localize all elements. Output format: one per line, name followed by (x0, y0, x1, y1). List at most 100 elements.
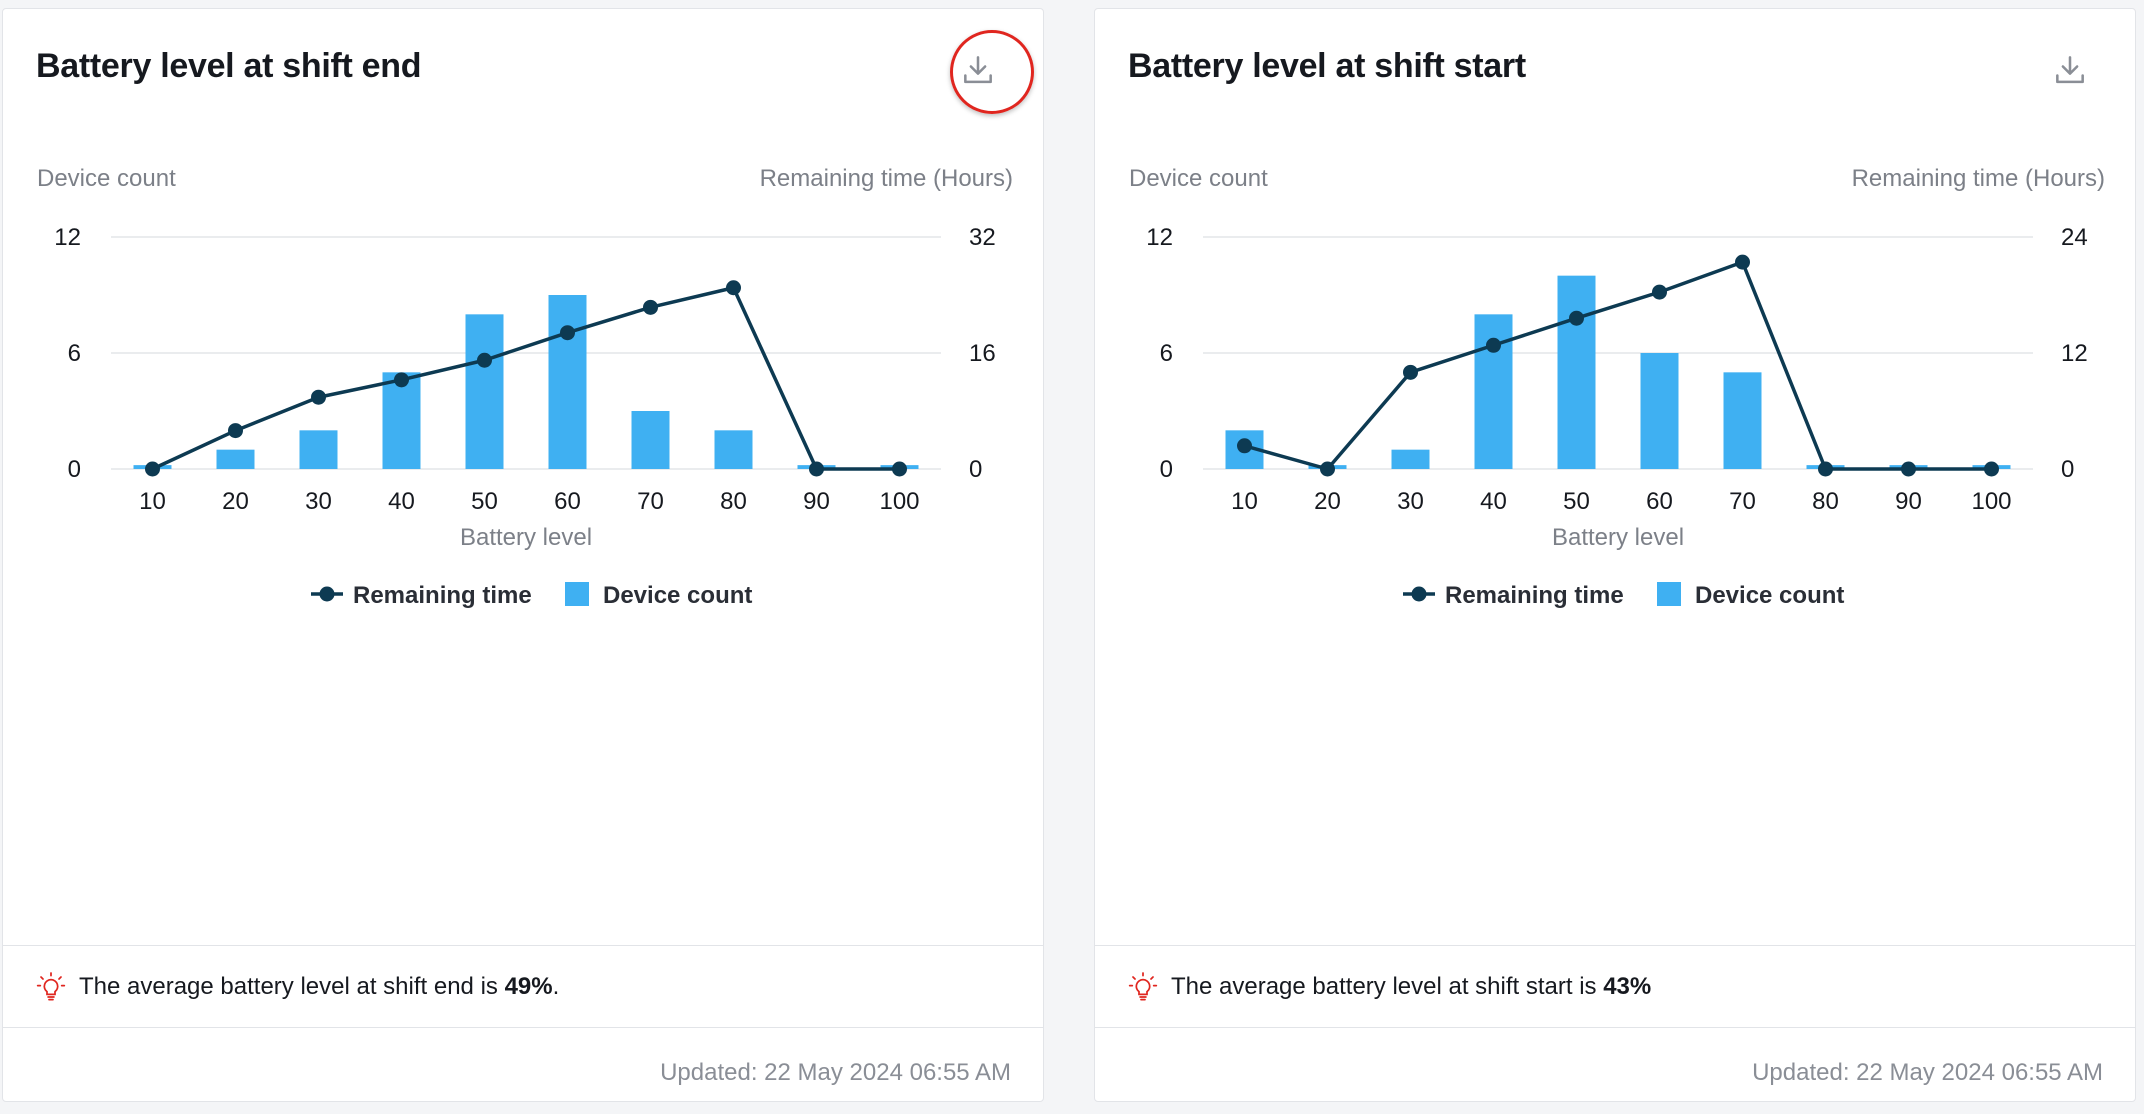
line-point (1403, 364, 1418, 380)
bar (631, 411, 670, 469)
updated-timestamp: Updated: 22 May 2024 06:55 AM (660, 1059, 1011, 1086)
bar (1474, 314, 1513, 469)
y-axis-right-label: Remaining time (Hours) (1852, 165, 2105, 192)
x-tick-label: 60 (554, 488, 581, 515)
bar (548, 295, 587, 469)
x-tick-label: 70 (637, 488, 664, 515)
x-tick-label: 100 (1971, 488, 2011, 515)
bar (714, 430, 753, 469)
line-point (1486, 337, 1501, 353)
card-title: Battery level at shift end (36, 47, 422, 85)
battery-shift-start-chart: Device count Remaining time (Hours) 0 6 12 0 1… (1129, 165, 2105, 609)
bar (299, 430, 338, 469)
legend: Remaining time Device count (311, 582, 752, 609)
line-point (892, 461, 907, 477)
download-icon (964, 56, 992, 84)
y-tick-label-right: 0 (969, 456, 982, 483)
legend-bar-marker (1657, 582, 1681, 606)
divider (1095, 945, 2135, 946)
legend-label-device-count: Device count (603, 582, 752, 609)
line-point (311, 389, 326, 405)
bar (1640, 353, 1679, 469)
battery-shift-end-chart: Device count Remaining time (Hours) 0 6 12 0 1… (37, 165, 1013, 609)
x-tick-label: 60 (1646, 488, 1673, 515)
download-icon (2056, 56, 2084, 84)
x-tick-label: 30 (1397, 488, 1424, 515)
bar (1723, 372, 1762, 469)
legend-label-remaining-time: Remaining time (353, 582, 532, 609)
y-tick-label-right: 16 (969, 340, 996, 367)
bar (465, 314, 504, 469)
insight-row: The average battery level at shift end i… (35, 971, 559, 1003)
x-tick-label: 50 (471, 488, 498, 515)
line-point (1237, 438, 1252, 454)
line-point (394, 372, 409, 388)
line-point (1652, 284, 1667, 300)
line-point (1818, 461, 1833, 477)
remaining-time-line (1244, 260, 1992, 471)
download-button[interactable] (2047, 47, 2093, 93)
y-tick-label-left: 12 (1146, 224, 1173, 251)
legend-line-marker-dot (1411, 586, 1427, 602)
line-point (643, 299, 658, 315)
x-tick-label: 50 (1563, 488, 1590, 515)
line-point (1901, 461, 1916, 477)
x-tick-label: 80 (720, 488, 747, 515)
line-point (1320, 461, 1335, 477)
x-tick-label: 20 (222, 488, 249, 515)
y-tick-label-right: 24 (2061, 224, 2088, 251)
divider (1095, 1027, 2135, 1028)
line-point (1984, 461, 1999, 477)
legend-bar-marker (565, 582, 589, 606)
x-tick-label: 70 (1729, 488, 1756, 515)
insight-value: 49% (504, 973, 553, 1000)
x-tick-label: 40 (1480, 488, 1507, 515)
line-point (228, 423, 243, 439)
bar (1391, 449, 1430, 469)
legend: Remaining time Device count (1403, 582, 1844, 609)
legend-label-remaining-time: Remaining time (1445, 582, 1624, 609)
x-tick-label: 30 (305, 488, 332, 515)
x-tick-label: 90 (1895, 488, 1922, 515)
x-axis-label: Battery level (1552, 524, 1684, 551)
line-point (560, 325, 575, 341)
x-tick-label: 20 (1314, 488, 1341, 515)
line-point (1735, 254, 1750, 270)
y-tick-label-left: 0 (1160, 456, 1173, 483)
line-point (726, 280, 741, 296)
battery-shift-end-card: Battery level at shift end Device count R… (2, 8, 1044, 1102)
y-tick-label-left: 12 (54, 224, 81, 251)
divider (3, 945, 1043, 946)
battery-shift-start-card: Battery level at shift start Device coun… (1094, 8, 2136, 1102)
legend-line-marker-dot (319, 586, 335, 602)
bar (216, 449, 255, 469)
y-tick-label-right: 0 (2061, 456, 2074, 483)
x-tick-label: 80 (1812, 488, 1839, 515)
remaining-time-line (151, 286, 900, 471)
bar (1557, 275, 1596, 469)
line-point (1569, 310, 1584, 326)
legend-label-device-count: Device count (1695, 582, 1844, 609)
insight-value: 43% (1603, 973, 1652, 1000)
x-axis-label: Battery level (460, 524, 592, 551)
x-tick-label: 40 (388, 488, 415, 515)
insight-text: The average battery level at shift end i… (79, 973, 505, 1000)
y-tick-label-left: 6 (1160, 340, 1173, 367)
divider (3, 1027, 1043, 1028)
line-point (145, 461, 160, 477)
y-tick-label-left: 0 (68, 456, 81, 483)
x-tick-label: 10 (1231, 488, 1258, 515)
insight-suffix: . (552, 973, 560, 1000)
lightbulb-icon (36, 972, 66, 1001)
insight-row: The average battery level at shift start… (1127, 971, 1651, 1003)
x-tick-label: 90 (803, 488, 830, 515)
y-axis-right-label: Remaining time (Hours) (760, 165, 1013, 192)
y-tick-label-right: 32 (969, 224, 996, 251)
line-point (477, 352, 492, 368)
download-button[interactable] (955, 47, 1001, 93)
updated-timestamp: Updated: 22 May 2024 06:55 AM (1752, 1059, 2103, 1086)
x-tick-label: 100 (879, 488, 919, 515)
y-axis-left-label: Device count (1129, 165, 1268, 192)
y-tick-label-left: 6 (68, 340, 81, 367)
x-tick-label: 10 (139, 488, 166, 515)
